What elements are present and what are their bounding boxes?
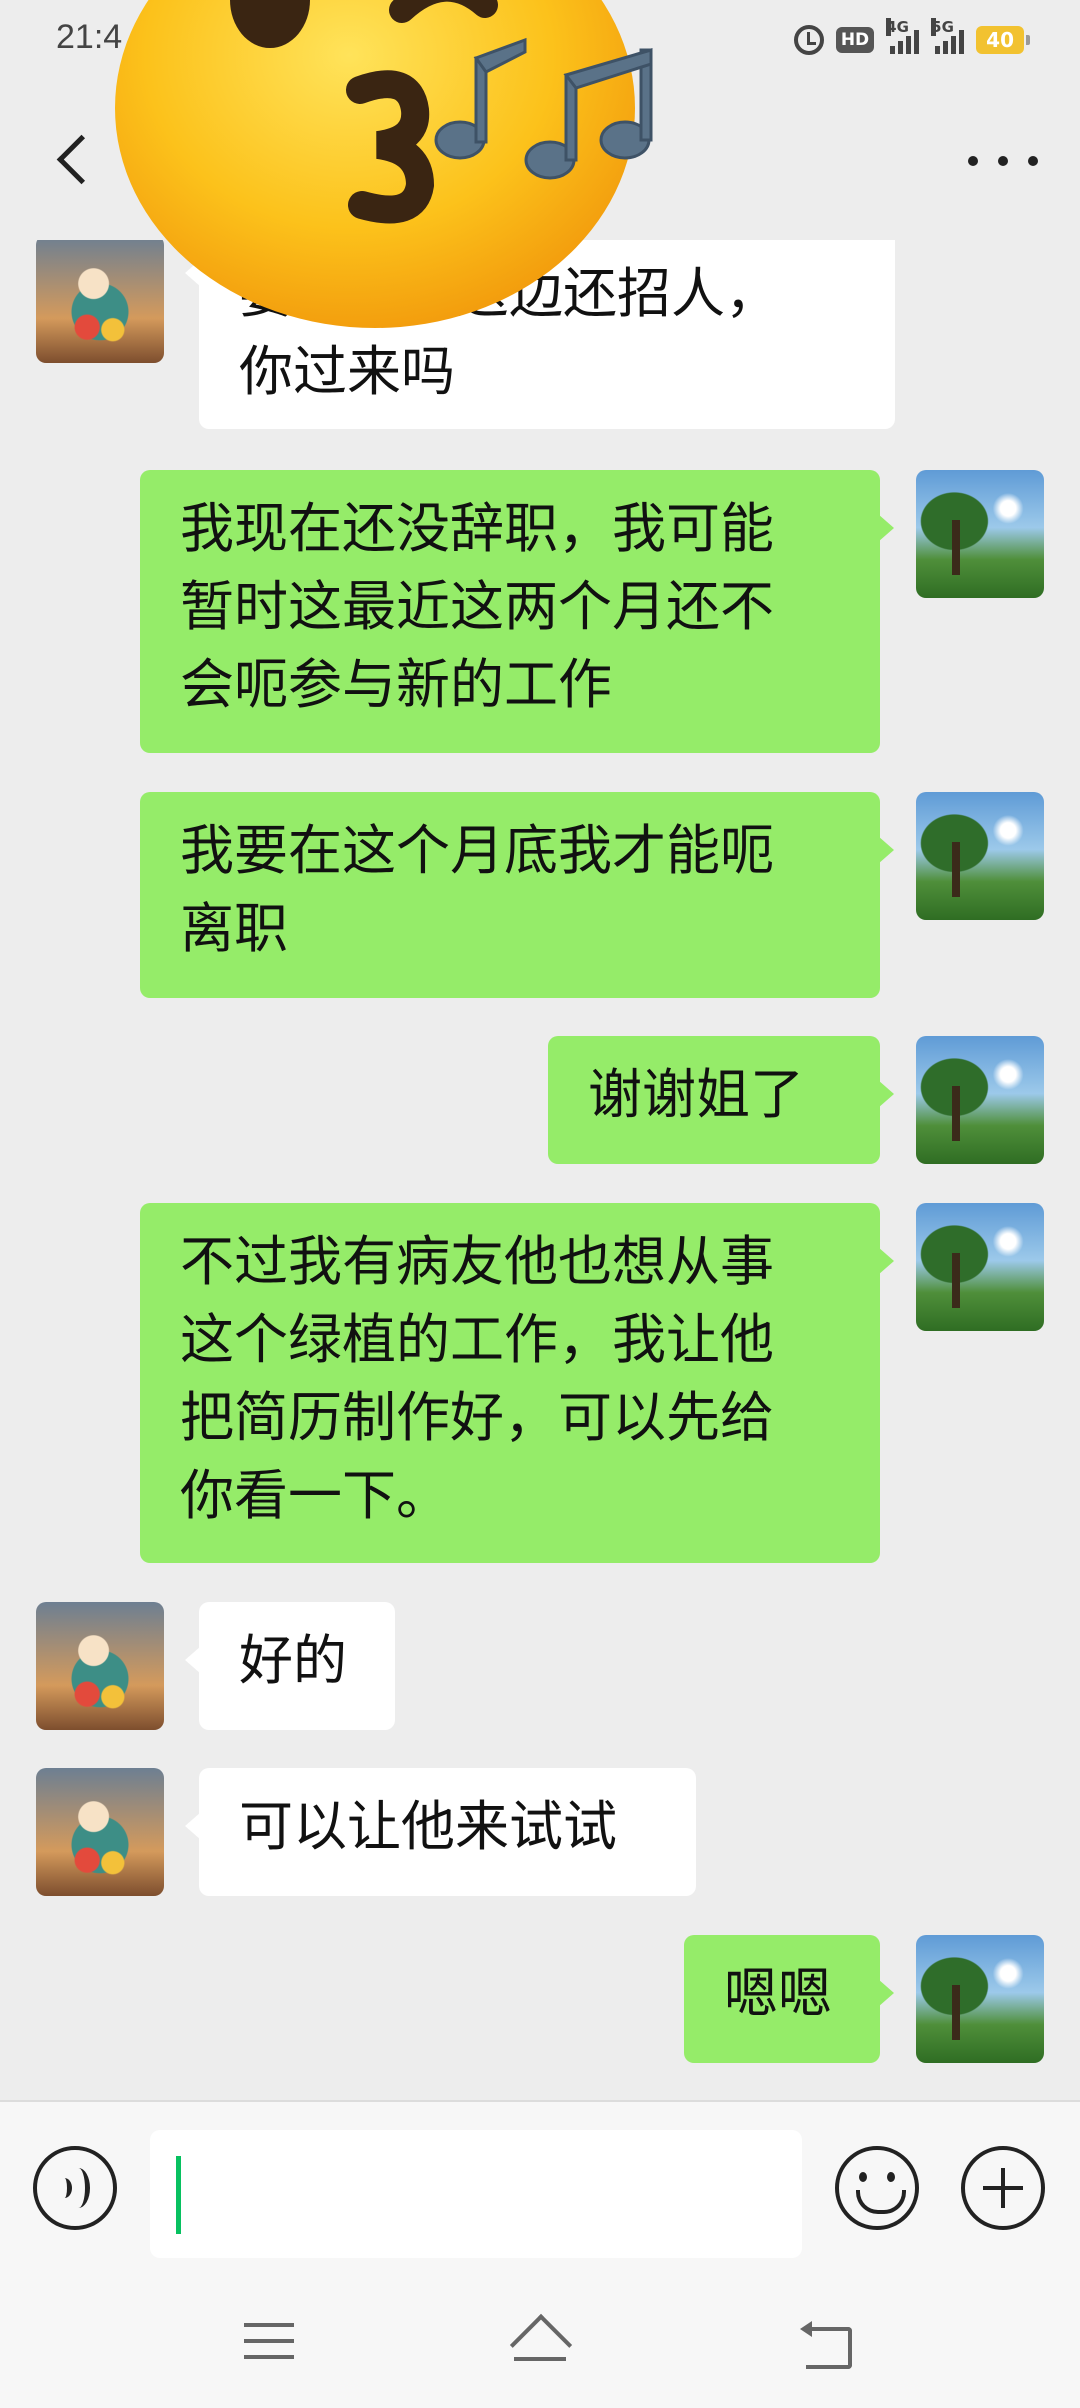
outgoing-message[interactable]: 我要在这个月底我才能呃 离职	[140, 792, 894, 998]
message-input[interactable]	[150, 2130, 802, 2258]
input-bar	[0, 2100, 1080, 2275]
outgoing-message[interactable]: 不过我有病友他也想从事 这个绿植的工作，我让他 把简历制作好，可以先给 你看一下…	[140, 1203, 894, 1563]
message-line: 会呃参与新的工作	[180, 653, 612, 716]
message-line: 我现在还没辞职，我可能	[180, 497, 774, 560]
message-line: 好的	[239, 1629, 347, 1692]
battery-icon: 40	[976, 26, 1030, 54]
system-nav-bar	[0, 2275, 1080, 2408]
friend-avatar[interactable]	[36, 1602, 164, 1730]
self-avatar[interactable]	[916, 1935, 1044, 2063]
more-options-icon[interactable]	[968, 146, 1038, 176]
self-avatar[interactable]	[916, 1036, 1044, 1164]
back-arrow-icon[interactable]	[52, 134, 96, 184]
incoming-message[interactable]: 好的	[185, 1602, 395, 1730]
message-line: 不过我有病友他也想从事	[180, 1230, 774, 1293]
outgoing-message[interactable]: 我现在还没辞职，我可能 暂时这最近这两个月还不 会呃参与新的工作	[140, 470, 894, 753]
hd-badge: HD	[835, 27, 875, 53]
outgoing-message[interactable]: 嗯嗯	[684, 1935, 894, 2063]
message-line: 暂时这最近这两个月还不	[180, 575, 774, 638]
message-list[interactable]: 要…我们这边还招人， 你过来吗 我现在还没辞职，我可能 暂时这最近这两个月还不 …	[0, 235, 1080, 2100]
plus-icon[interactable]	[961, 2146, 1045, 2230]
home-icon[interactable]	[510, 2317, 570, 2365]
voice-input-icon[interactable]	[33, 2146, 117, 2230]
kissing-face-sticker	[115, 0, 653, 328]
message-line: 嗯嗯	[724, 1962, 832, 2025]
message-line: 离职	[180, 897, 288, 960]
message-line: 你看一下。	[180, 1464, 450, 1527]
text-caret	[176, 2156, 181, 2234]
message-line: 可以让他来试试	[239, 1795, 617, 1858]
message-line: 你过来吗	[239, 340, 455, 403]
message-line: 谢谢姐了	[588, 1063, 804, 1126]
signal-4g-label: 4G	[886, 18, 909, 36]
signal-5g-icon: 5G	[931, 18, 965, 54]
signal-4g-icon: 4G	[886, 18, 920, 54]
message-line: 我要在这个月底我才能呃	[180, 819, 774, 882]
status-icons: HD 4G 5G 40	[793, 18, 1030, 60]
message-line: 把简历制作好，可以先给	[180, 1386, 774, 1449]
self-avatar[interactable]	[916, 1203, 1044, 1331]
incoming-message[interactable]: 可以让他来试试	[185, 1768, 696, 1896]
alarm-icon	[793, 25, 824, 55]
self-avatar[interactable]	[916, 470, 1044, 598]
self-avatar[interactable]	[916, 792, 1044, 920]
message-line: 这个绿植的工作，我让他	[180, 1308, 774, 1371]
recent-apps-icon[interactable]	[244, 2323, 294, 2361]
system-back-icon[interactable]	[800, 2319, 852, 2369]
outgoing-message[interactable]: 谢谢姐了	[548, 1036, 894, 1164]
friend-avatar[interactable]	[36, 1768, 164, 1896]
signal-5g-label: 5G	[931, 18, 954, 36]
emoji-icon[interactable]	[835, 2146, 919, 2230]
